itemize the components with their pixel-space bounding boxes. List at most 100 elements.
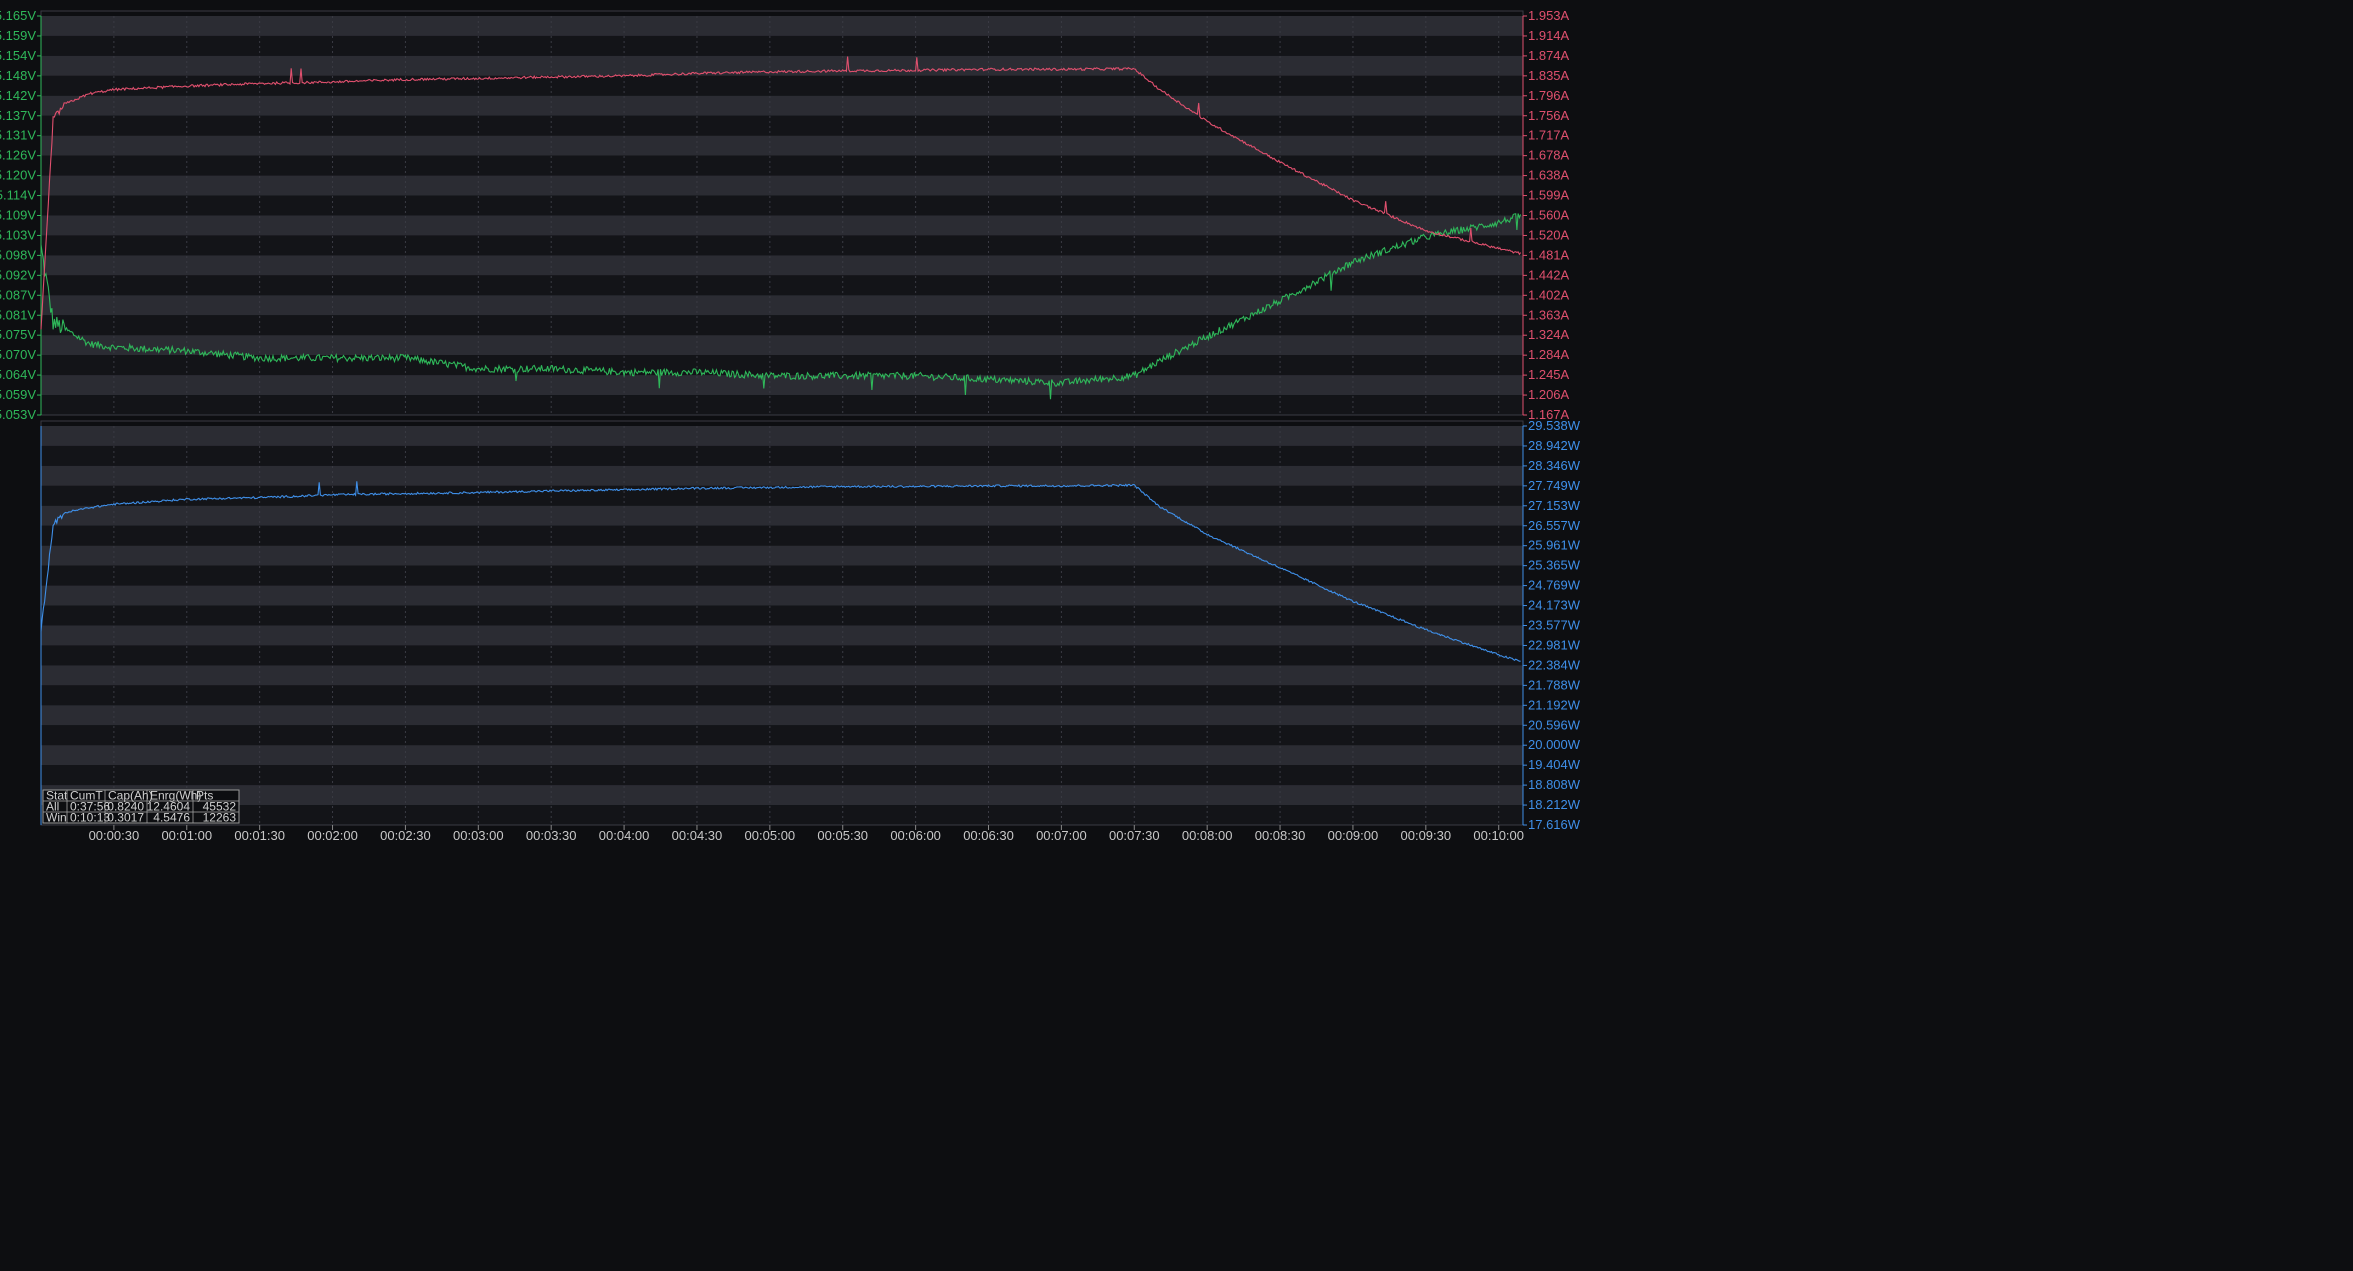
axis-tick-label: 1.324A (1528, 327, 1570, 342)
grid-band (41, 785, 1523, 806)
axis-tick-label: 1.796A (1528, 88, 1570, 103)
time-tick-label: 00:07:00 (1036, 828, 1087, 843)
axis-tick-label: 15.053V (0, 407, 36, 422)
time-tick-label: 00:04:00 (599, 828, 650, 843)
grid-band (41, 445, 1523, 466)
time-tick-label: 00:00:30 (89, 828, 140, 843)
time-tick-label: 00:02:00 (307, 828, 358, 843)
grid-band (41, 426, 1523, 446)
axis-tick-label: 1.678A (1528, 148, 1570, 163)
grid-band (41, 485, 1523, 506)
axis-tick-label: 15.075V (0, 327, 36, 342)
grid-band (41, 16, 1523, 36)
grid-band (41, 355, 1523, 376)
axis-tick-label: 17.616W (1528, 817, 1581, 832)
grid-band (41, 215, 1523, 236)
axis-tick-label: 1.638A (1528, 168, 1570, 183)
time-tick-label: 00:01:00 (161, 828, 212, 843)
grid-band (41, 55, 1523, 76)
time-tick-label: 00:08:30 (1255, 828, 1306, 843)
grid-band (41, 645, 1523, 666)
time-tick-label: 00:08:00 (1182, 828, 1233, 843)
axis-tick-label: 15.159V (0, 28, 36, 43)
stats-value: Win (46, 811, 67, 825)
axis-tick-label: 18.808W (1528, 777, 1581, 792)
grid-band (41, 295, 1523, 316)
time-axis: 00:00:30 00:01:00 00:01:30 00:02:00 00:02:30… (89, 825, 1524, 843)
axis-tick-label: 1.717A (1528, 128, 1570, 143)
axis-tick-label: 21.192W (1528, 697, 1581, 712)
stats-value: 4.5476 (153, 811, 190, 825)
axis-tick-label: 29.538W (1528, 418, 1581, 433)
axis-tick-label: 1.363A (1528, 307, 1570, 322)
grid-band (41, 195, 1523, 216)
grid-band (41, 465, 1523, 486)
axis-tick-label: 1.481A (1528, 247, 1570, 262)
time-tick-label: 00:05:30 (817, 828, 868, 843)
axis-tick-label: 1.756A (1528, 108, 1570, 123)
time-tick-label: 00:09:30 (1401, 828, 1452, 843)
time-tick-label: 00:07:30 (1109, 828, 1160, 843)
axis-tick-label: 24.769W (1528, 578, 1581, 593)
axis-tick-label: 1.953A (1528, 8, 1570, 23)
grid-band (41, 805, 1523, 825)
grid-band (41, 705, 1523, 726)
axis-tick-label: 22.384W (1528, 657, 1581, 672)
stats-value: 0:10:13 (70, 811, 110, 825)
time-tick-label: 00:01:30 (234, 828, 285, 843)
time-tick-label: 00:06:00 (890, 828, 941, 843)
axis-tick-label: 21.788W (1528, 677, 1581, 692)
grid-band (41, 765, 1523, 786)
grid-band (41, 525, 1523, 546)
time-tick-label: 00:03:30 (526, 828, 577, 843)
grid-band (41, 115, 1523, 136)
grid-band (41, 745, 1523, 766)
axis-tick-label: 18.212W (1528, 797, 1581, 812)
axis-tick-label: 1.520A (1528, 227, 1570, 242)
grid-band (41, 235, 1523, 256)
axis-tick-label: 15.114V (0, 188, 36, 203)
axis-tick-label: 15.087V (0, 287, 36, 302)
axis-tick-label: 1.206A (1528, 387, 1570, 402)
axis-tick-label: 24.173W (1528, 598, 1581, 613)
axis-tick-label: 22.981W (1528, 637, 1581, 652)
axis-tick-label: 15.092V (0, 267, 36, 282)
stats-value: 12263 (203, 811, 237, 825)
time-tick-label: 00:02:30 (380, 828, 431, 843)
axis-tick-label: 15.148V (0, 68, 36, 83)
grid-band (41, 75, 1523, 96)
axis-tick-label: 15.059V (0, 387, 36, 402)
axis-tick-label: 1.402A (1528, 287, 1570, 302)
axis-tick-label: 1.284A (1528, 347, 1570, 362)
grid-band (41, 35, 1523, 56)
grid-band (41, 95, 1523, 116)
grid-band (41, 565, 1523, 586)
current-axis: 1.953A 1.914A 1.874A 1.835A 1.796A 1.756A 1.71… (1523, 8, 1570, 422)
axis-tick-label: 1.914A (1528, 28, 1570, 43)
time-tick-label: 00:06:30 (963, 828, 1014, 843)
power-axis: 29.538W 28.942W 28.346W 27.749W 27.153W 26.55… (1523, 418, 1581, 832)
grid-band (41, 335, 1523, 356)
axis-tick-label: 23.577W (1528, 618, 1581, 633)
axis-tick-label: 27.749W (1528, 478, 1581, 493)
time-tick-label: 00:04:30 (672, 828, 723, 843)
grid-band (41, 585, 1523, 606)
grid-band (41, 395, 1523, 415)
axis-tick-label: 25.961W (1528, 538, 1581, 553)
chart-canvas[interactable]: 15.165V 15.159V 15.154V 15.148V 15.142V 15.13… (0, 0, 2353, 1271)
axis-tick-label: 1.835A (1528, 68, 1570, 83)
axis-tick-label: 1.560A (1528, 208, 1570, 223)
axis-tick-label: 1.442A (1528, 267, 1570, 282)
grid-band (41, 725, 1523, 746)
axis-tick-label: 15.154V (0, 48, 36, 63)
stats-table: Stat CumT Cap(Ah)Enrg(Wh)PtsAll 0:37:560.82… (42, 789, 240, 825)
axis-tick-label: 25.365W (1528, 558, 1581, 573)
axis-tick-label: 15.142V (0, 88, 36, 103)
grid-band (41, 545, 1523, 566)
grid-band (41, 665, 1523, 686)
axis-tick-label: 15.064V (0, 367, 36, 382)
grid-band (41, 255, 1523, 276)
grid-band (41, 505, 1523, 526)
axis-tick-label: 15.126V (0, 148, 36, 163)
time-tick-label: 00:10:00 (1473, 828, 1524, 843)
